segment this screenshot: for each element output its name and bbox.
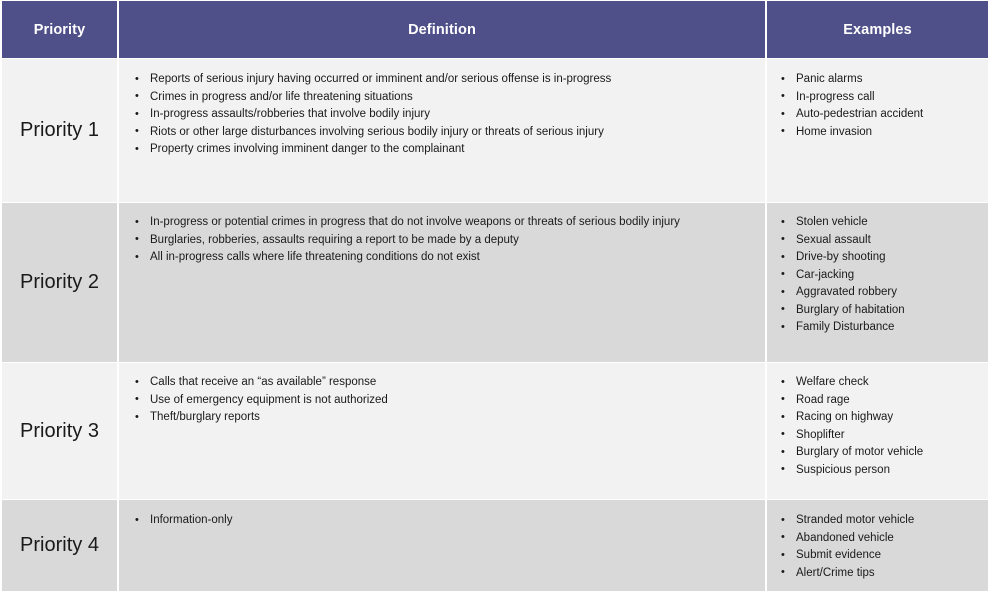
priority-definition-table: Priority Definition Examples Priority 1 … <box>0 0 988 592</box>
list-item: In-progress call <box>773 88 988 107</box>
list-item: Welfare check <box>773 374 988 392</box>
examples-list-4: Stranded motor vehicle Abandoned vehicle… <box>767 500 988 582</box>
list-item: Auto-pedestrian accident <box>773 106 988 124</box>
table-row: Priority 1 Reports of serious injury hav… <box>2 59 988 202</box>
definition-cell-4: Information-only <box>119 500 765 591</box>
list-item: Alert/Crime tips <box>773 564 988 583</box>
list-item: Home invasion <box>773 123 988 142</box>
list-item: Crimes in progress and/or life threateni… <box>127 88 765 107</box>
examples-cell-2: Stolen vehicle Sexual assault Drive-by s… <box>767 203 988 362</box>
priority-label-3: Priority 3 <box>2 363 117 499</box>
examples-list-1: Panic alarms In-progress call Auto-pedes… <box>767 59 988 141</box>
examples-cell-4: Stranded motor vehicle Abandoned vehicle… <box>767 500 988 591</box>
list-item: Burglary of motor vehicle <box>773 444 988 462</box>
list-item: Reports of serious injury having occurre… <box>127 71 765 89</box>
examples-cell-1: Panic alarms In-progress call Auto-pedes… <box>767 59 988 202</box>
list-item: Shoplifter <box>773 426 988 445</box>
list-item: Burglaries, robberies, assaults requirin… <box>127 231 765 250</box>
definition-cell-1: Reports of serious injury having occurre… <box>119 59 765 202</box>
list-item: Aggravated robbery <box>773 284 988 302</box>
definition-cell-2: In-progress or potential crimes in progr… <box>119 203 765 362</box>
priority-label-2: Priority 2 <box>2 203 117 362</box>
list-item: Use of emergency equipment is not author… <box>127 391 765 410</box>
list-item: Property crimes involving imminent dange… <box>127 141 765 159</box>
priority-label-4: Priority 4 <box>2 500 117 591</box>
priority-label-1: Priority 1 <box>2 59 117 202</box>
list-item: Riots or other large disturbances involv… <box>127 123 765 142</box>
list-item: Sexual assault <box>773 231 988 250</box>
examples-list-3: Welfare check Road rage Racing on highwa… <box>767 363 988 479</box>
list-item: Submit evidence <box>773 547 988 565</box>
list-item: Theft/burglary reports <box>127 409 765 427</box>
definition-list-2: In-progress or potential crimes in progr… <box>119 203 765 267</box>
list-item: Family Disturbance <box>773 319 988 337</box>
list-item: Stranded motor vehicle <box>773 512 988 530</box>
table-header-row: Priority Definition Examples <box>2 1 988 58</box>
definition-list-4: Information-only <box>119 500 765 530</box>
list-item: Panic alarms <box>773 71 988 89</box>
definition-cell-3: Calls that receive an “as available” res… <box>119 363 765 499</box>
list-item: Car-jacking <box>773 266 988 285</box>
list-item: Abandoned vehicle <box>773 529 988 548</box>
list-item: Racing on highway <box>773 409 988 427</box>
list-item: All in-progress calls where life threate… <box>127 249 765 267</box>
list-item: In-progress or potential crimes in progr… <box>127 214 765 232</box>
table-row: Priority 3 Calls that receive an “as ava… <box>2 363 988 499</box>
examples-list-2: Stolen vehicle Sexual assault Drive-by s… <box>767 203 988 337</box>
definition-list-3: Calls that receive an “as available” res… <box>119 363 765 427</box>
examples-cell-3: Welfare check Road rage Racing on highwa… <box>767 363 988 499</box>
list-item: Road rage <box>773 391 988 410</box>
list-item: In-progress assaults/robberies that invo… <box>127 106 765 124</box>
column-header-examples: Examples <box>767 1 988 58</box>
list-item: Calls that receive an “as available” res… <box>127 374 765 392</box>
column-header-priority: Priority <box>2 1 117 58</box>
list-item: Information-only <box>127 512 765 530</box>
definition-list-1: Reports of serious injury having occurre… <box>119 59 765 159</box>
table-row: Priority 2 In-progress or potential crim… <box>2 203 988 362</box>
table-row: Priority 4 Information-only Stranded mot… <box>2 500 988 591</box>
list-item: Suspicious person <box>773 461 988 480</box>
list-item: Stolen vehicle <box>773 214 988 232</box>
list-item: Drive-by shooting <box>773 249 988 267</box>
list-item: Burglary of habitation <box>773 301 988 320</box>
column-header-definition: Definition <box>119 1 765 58</box>
